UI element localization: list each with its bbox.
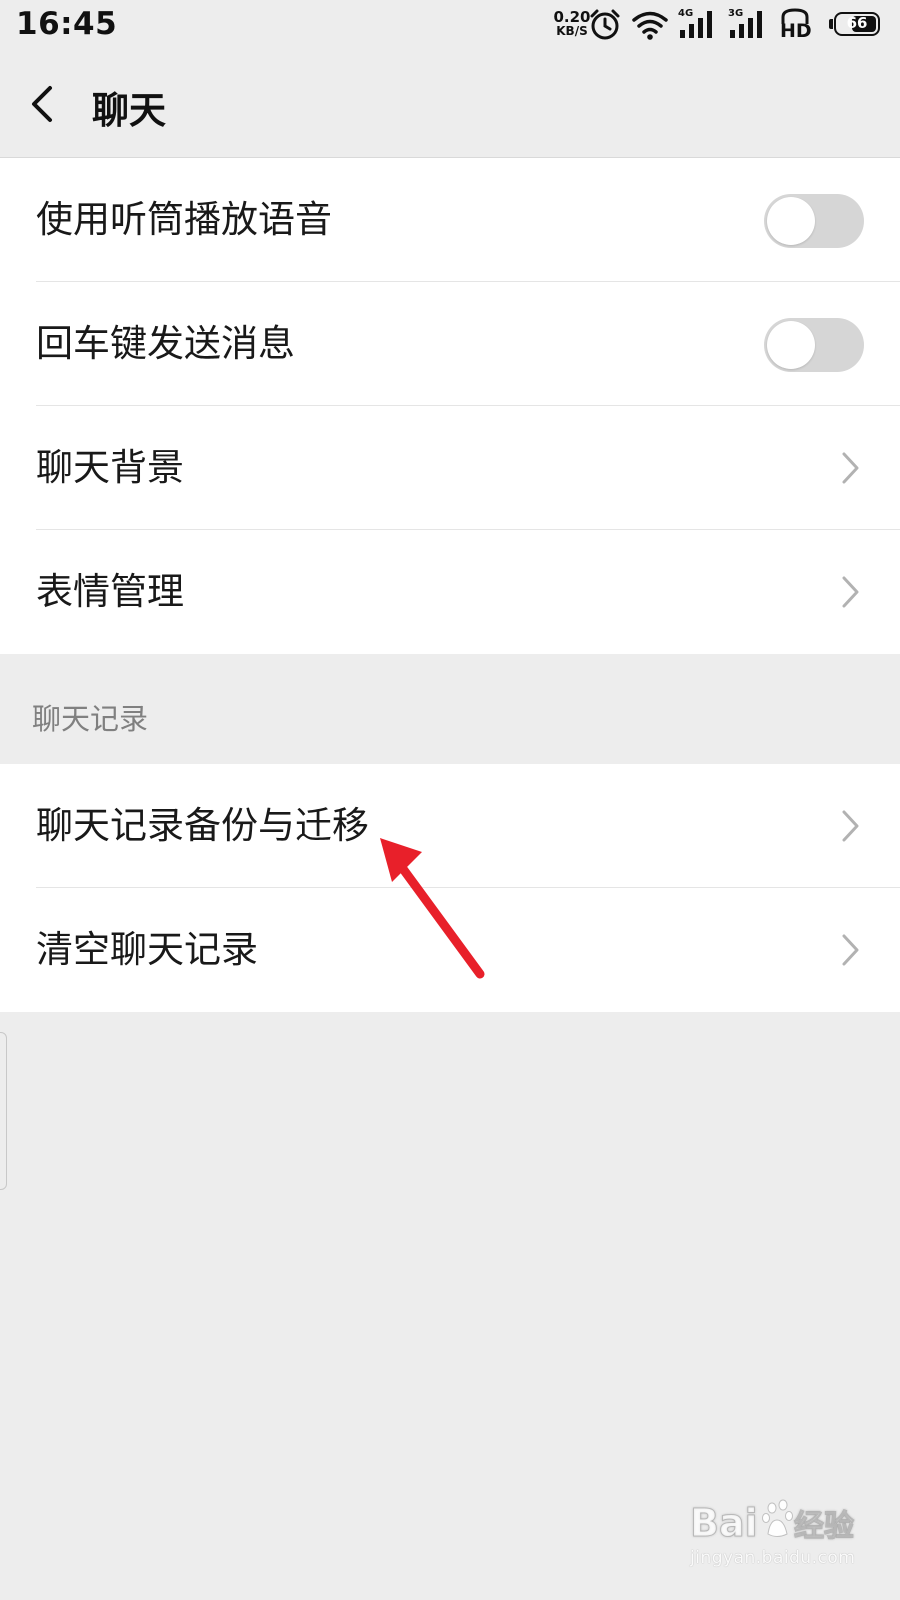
row-chat-background[interactable]: 聊天背景 [0,406,900,530]
watermark-url: jingyan.baidu.com [690,1548,856,1568]
row-enter-to-send[interactable]: 回车键发送消息 [0,282,900,406]
page-title: 聊天 [92,89,166,132]
chevron-right-icon [842,452,859,484]
row-label: 使用听筒播放语音 [36,198,332,241]
hd-voice-icon: HD [778,8,818,42]
back-button[interactable] [20,74,68,134]
alarm-icon [590,9,620,40]
settings-group-chat-history: 聊天记录备份与迁移 清空聊天记录 [0,764,900,1012]
enter-to-send-toggle[interactable] [764,318,864,372]
edge-sidebar-handle[interactable] [0,1032,7,1190]
navigation-bar: 聊天 [0,52,900,158]
chevron-right-icon [842,934,859,966]
wifi-icon [632,11,668,40]
status-time: 16:45 [16,6,118,42]
toggle-knob [767,321,815,369]
row-sticker-management[interactable]: 表情管理 [0,530,900,654]
baidu-jingyan-watermark: Bai 经验 jingyan.baidu.com [690,1496,890,1586]
svg-text:经验: 经验 [794,1509,854,1544]
hd-label: HD [780,20,812,42]
row-label: 表情管理 [36,570,184,613]
row-label: 聊天背景 [36,446,184,489]
row-label: 回车键发送消息 [36,322,295,365]
row-label: 聊天记录备份与迁移 [36,804,369,847]
signal-3g-icon: 3G [728,8,768,40]
row-earpiece-playback[interactable]: 使用听筒播放语音 [0,158,900,282]
baidu-paw-logo-icon: Bai 经验 [690,1499,855,1546]
earpiece-playback-toggle[interactable] [764,194,864,248]
battery-icon: 66 [829,12,880,36]
settings-group-general: 使用听筒播放语音 回车键发送消息 聊天背景 表情管理 [0,158,900,654]
row-clear-chat-history[interactable]: 清空聊天记录 [0,888,900,1012]
row-label: 清空聊天记录 [36,928,258,971]
section-header-chat-history: 聊天记录 [32,702,149,736]
toggle-knob [767,197,815,245]
signal-4g-icon: 4G [678,8,718,40]
status-bar: 16:45 0.20 KB/S 4G 3G HD 66 [0,0,900,52]
battery-percent: 66 [846,14,868,32]
chevron-right-icon [842,576,859,608]
row-chat-backup-migration[interactable]: 聊天记录备份与迁移 [0,764,900,888]
svg-text:Bai: Bai [690,1501,758,1545]
chevron-right-icon [842,810,859,842]
chevron-left-icon [32,86,52,122]
